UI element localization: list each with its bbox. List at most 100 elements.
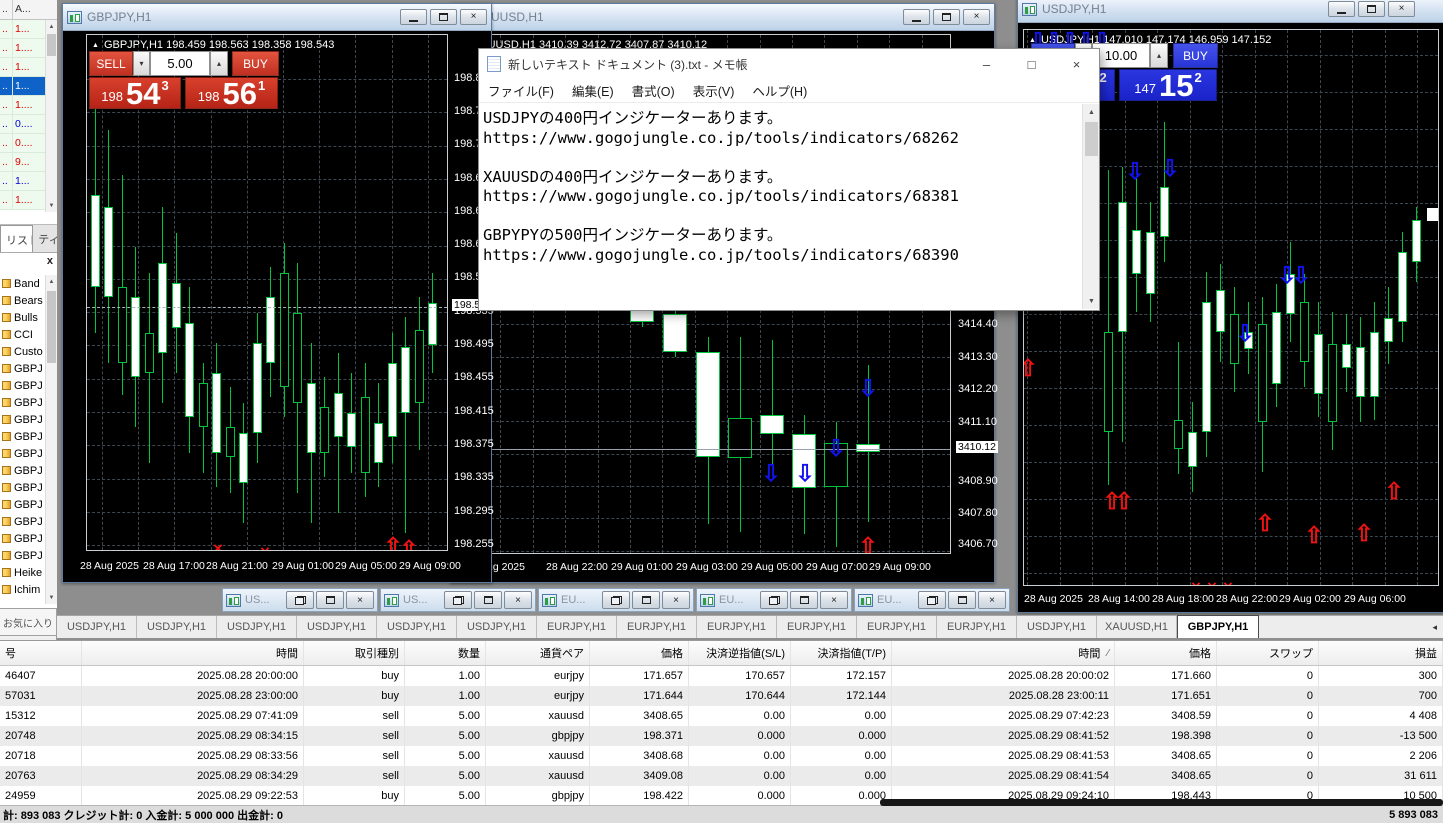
chart-tab-usdjpy-h1[interactable]: USDJPY,H1	[217, 616, 297, 638]
horizontal-scrollbar[interactable]	[880, 799, 1443, 806]
close-icon[interactable]: ×	[963, 9, 990, 25]
close-icon[interactable]: ×	[346, 591, 374, 609]
column-header[interactable]: ..	[0, 0, 13, 19]
market-watch-row[interactable]: .. 1...	[0, 77, 45, 96]
menu-item[interactable]: ヘルプ(H)	[743, 81, 816, 100]
minimize-button[interactable]: –	[964, 49, 1009, 79]
navigator-item-gbpj[interactable]: GBPJ	[0, 377, 45, 394]
collapse-arrow-icon[interactable]: ▲	[92, 42, 99, 49]
table-column-header[interactable]: 価格	[1115, 641, 1217, 665]
volume-input[interactable]: 5.00	[150, 51, 210, 76]
navigator-item-band[interactable]: Band	[0, 275, 45, 292]
window-xauusd-titlebar[interactable]: XAUUSD,H1 ×	[451, 4, 994, 31]
minimized-window[interactable]: EU... ×	[538, 588, 694, 612]
navigator-item-gbpj[interactable]: GBPJ	[0, 428, 45, 445]
market-watch-row[interactable]: .. 1...	[0, 20, 45, 39]
chart-tab-eurjpy-h1[interactable]: EURJPY,H1	[777, 616, 857, 638]
chart-tab-eurjpy-h1[interactable]: EURJPY,H1	[537, 616, 617, 638]
column-header[interactable]: A...	[13, 0, 57, 19]
chart-tab-usdjpy-h1[interactable]: USDJPY,H1	[57, 616, 137, 638]
close-icon[interactable]: ×	[460, 9, 487, 25]
navigator-item-gbpj[interactable]: GBPJ	[0, 360, 45, 377]
minimize-button[interactable]	[400, 9, 427, 25]
table-row[interactable]: 46407 2025.08.28 20:00:00 buy 1.00 eurjpy 171…	[0, 666, 1443, 686]
table-column-header[interactable]: 時間 ∕	[892, 641, 1115, 665]
buy-price-display[interactable]: 147 15 2	[1119, 69, 1217, 101]
chart-tab-usdjpy-h1[interactable]: USDJPY,H1	[1017, 616, 1097, 638]
chart-tab-usdjpy-h1[interactable]: USDJPY,H1	[137, 616, 217, 638]
menu-item[interactable]: ファイル(F)	[479, 81, 563, 100]
buy-button[interactable]: BUY	[1173, 43, 1218, 68]
maximize-button[interactable]	[933, 9, 960, 25]
scroll-down-icon[interactable]: ▼	[46, 199, 57, 212]
market-watch-row[interactable]: .. 1...	[0, 172, 45, 191]
menu-item[interactable]: 編集(E)	[563, 81, 623, 100]
navigator-item-custo[interactable]: Custo	[0, 343, 45, 360]
navigator-item-gbpj[interactable]: GBPJ	[0, 462, 45, 479]
minimized-window[interactable]: EU... ×	[854, 588, 1010, 612]
scroll-up-icon[interactable]: ▲	[46, 20, 57, 33]
table-row[interactable]: 15312 2025.08.29 07:41:09 sell 5.00 xauusd 34…	[0, 706, 1443, 726]
minimized-window[interactable]: EU... ×	[696, 588, 852, 612]
scrollbar-thumb[interactable]	[47, 291, 56, 363]
sell-button[interactable]: SELL	[89, 51, 133, 76]
navigator-item-gbpj[interactable]: GBPJ	[0, 530, 45, 547]
navigator-item-gbpj[interactable]: GBPJ	[0, 479, 45, 496]
volume-up-button[interactable]: ▴	[1150, 43, 1168, 68]
gbpjpy-chart-plot[interactable]: ▲ GBPJPY,H1 198.459 198.563 198.358 198.5…	[86, 34, 448, 551]
navigator-item-gbpj[interactable]: GBPJ	[0, 411, 45, 428]
close-icon[interactable]: ×	[504, 591, 532, 609]
tab-list[interactable]: リスト	[0, 225, 34, 252]
market-watch-row[interactable]: .. 1...	[0, 58, 45, 77]
buy-price-display[interactable]: 198 56 1	[185, 77, 278, 109]
menu-item[interactable]: 表示(V)	[684, 81, 744, 100]
notepad-scrollbar[interactable]: ▲ ▼	[1082, 104, 1099, 309]
table-row[interactable]: 20718 2025.08.29 08:33:56 sell 5.00 xauusd 34…	[0, 746, 1443, 766]
close-icon[interactable]: ×	[978, 591, 1006, 609]
close-icon[interactable]: ×	[1388, 1, 1415, 17]
table-row[interactable]: 20763 2025.08.29 08:34:29 sell 5.00 xauusd 34…	[0, 766, 1443, 786]
scroll-down-icon[interactable]: ▼	[1083, 293, 1100, 309]
window-gbpjpy-titlebar[interactable]: GBPJPY,H1 ×	[63, 4, 491, 31]
window-usdjpy-titlebar[interactable]: USDJPY,H1 ×	[1018, 0, 1443, 23]
chart-tab-usdjpy-h1[interactable]: USDJPY,H1	[377, 616, 457, 638]
table-column-header[interactable]: 決済逆指値(S/L)	[689, 641, 791, 665]
maximize-button[interactable]	[474, 591, 502, 609]
close-icon[interactable]: ×	[820, 591, 848, 609]
navigator-scrollbar[interactable]: ▲ ▼	[45, 275, 57, 604]
restore-button[interactable]	[286, 591, 314, 609]
tab-tick[interactable]: ティ	[33, 225, 57, 252]
table-row[interactable]: 20748 2025.08.29 08:34:15 sell 5.00 gbpjpy 19…	[0, 726, 1443, 746]
chart-tab-gbpjpy-h1[interactable]: GBPJPY,H1	[1177, 615, 1259, 638]
table-column-header[interactable]: 取引種別	[304, 641, 405, 665]
minimize-button[interactable]	[1328, 1, 1355, 17]
market-watch-row[interactable]: .. 1....	[0, 39, 45, 58]
volume-input[interactable]: 10.00	[1092, 43, 1150, 68]
close-icon[interactable]: ×	[1054, 49, 1099, 79]
restore-button[interactable]	[760, 591, 788, 609]
table-column-header[interactable]: 決済指値(T/P)	[791, 641, 892, 665]
notepad-titlebar[interactable]: 新しいテキスト ドキュメント (3).txt - メモ帳 – □ ×	[479, 49, 1099, 79]
table-column-header[interactable]: 数量	[405, 641, 486, 665]
chart-tab-usdjpy-h1[interactable]: USDJPY,H1	[457, 616, 537, 638]
volume-up-button[interactable]: ▴	[210, 51, 228, 76]
market-watch-row[interactable]: .. 9...	[0, 153, 45, 172]
maximize-button[interactable]	[790, 591, 818, 609]
market-watch-row[interactable]: .. 0....	[0, 134, 45, 153]
market-watch-row[interactable]: .. 1....	[0, 96, 45, 115]
minimized-window[interactable]: US... ×	[222, 588, 378, 612]
close-icon[interactable]: ×	[662, 591, 690, 609]
tab-scroll-left-icon[interactable]: ◂	[1432, 622, 1437, 633]
volume-dropdown-button[interactable]: ▾	[133, 51, 150, 76]
maximize-button[interactable]	[632, 591, 660, 609]
chart-tab-eurjpy-h1[interactable]: EURJPY,H1	[857, 616, 937, 638]
scroll-up-icon[interactable]: ▲	[1083, 104, 1100, 120]
maximize-button[interactable]: □	[1009, 49, 1054, 79]
table-column-header[interactable]: 損益	[1319, 641, 1443, 665]
navigator-item-gbpj[interactable]: GBPJ	[0, 394, 45, 411]
maximize-button[interactable]	[948, 591, 976, 609]
table-column-header[interactable]: 時間	[82, 641, 304, 665]
navigator-item-gbpj[interactable]: GBPJ	[0, 513, 45, 530]
restore-button[interactable]	[918, 591, 946, 609]
chart-tab-eurjpy-h1[interactable]: EURJPY,H1	[617, 616, 697, 638]
